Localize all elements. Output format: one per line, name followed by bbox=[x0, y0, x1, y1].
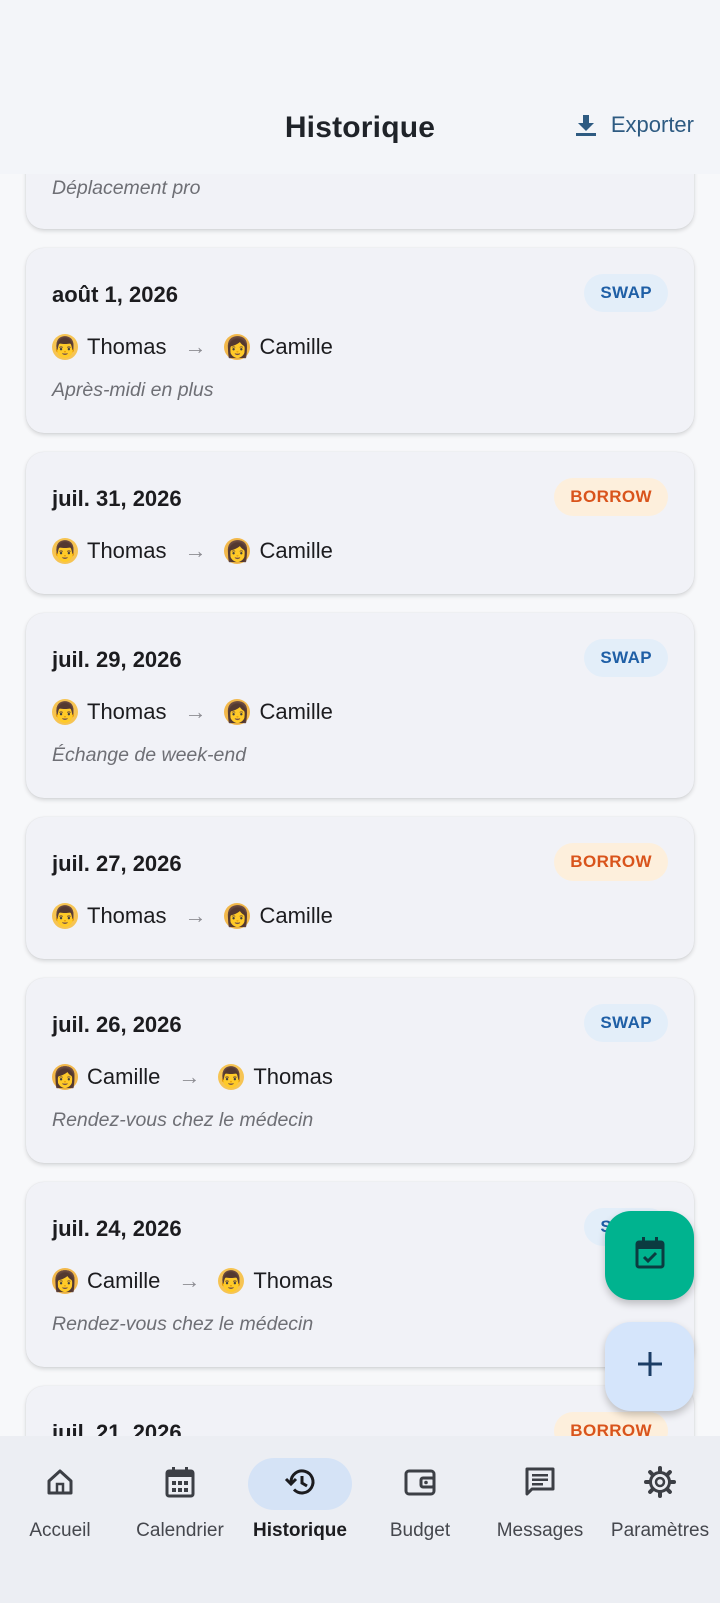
from-person: Camille bbox=[87, 1064, 161, 1089]
card-date: juil. 27, 2026 bbox=[52, 851, 182, 876]
card-date: juil. 21, 2026 bbox=[52, 1420, 182, 1436]
transfer-row: 👩 Camille → 👨 Thomas bbox=[52, 1268, 333, 1294]
history-card[interactable]: juil. 27, 2026 BORROW 👨 Thomas → 👩 Camil… bbox=[26, 817, 694, 959]
type-badge: BORROW bbox=[554, 478, 668, 516]
add-entry-fab[interactable] bbox=[605, 1322, 694, 1411]
history-card[interactable]: juil. 26, 2026 SWAP 👩 Camille → 👨 Thomas… bbox=[26, 978, 694, 1163]
transfer-row: 👨 Thomas → 👩 Camille bbox=[52, 699, 333, 725]
active-indicator bbox=[248, 1458, 352, 1510]
man-avatar-icon: 👨 bbox=[52, 334, 78, 360]
history-card[interactable]: juil. 29, 2026 SWAP 👨 Thomas → 👩 Camille… bbox=[26, 613, 694, 798]
card-date: juil. 29, 2026 bbox=[52, 647, 182, 672]
gear-icon bbox=[644, 1465, 676, 1503]
type-badge: SWAP bbox=[584, 1004, 668, 1042]
nav-item-parametres[interactable]: Paramètres bbox=[600, 1436, 720, 1556]
arrow-right-icon: → bbox=[184, 699, 207, 724]
nav-label: Paramètres bbox=[610, 1520, 710, 1541]
woman-avatar-icon: 👩 bbox=[52, 1268, 78, 1294]
arrow-right-icon: → bbox=[178, 1064, 201, 1089]
nav-label: Calendrier bbox=[136, 1520, 224, 1541]
history-card[interactable]: juil. 24, 2026 SWAP 👩 Camille → 👨 Thomas… bbox=[26, 1182, 694, 1367]
history-card[interactable]: juil. 31, 2026 BORROW 👨 Thomas → 👩 Camil… bbox=[26, 452, 694, 594]
bottom-navigation: Accueil Calendrier Historique Budget Mes… bbox=[0, 1436, 720, 1603]
arrow-right-icon: → bbox=[184, 334, 207, 359]
export-label: Exporter bbox=[610, 112, 694, 137]
from-person: Thomas bbox=[87, 903, 167, 928]
arrow-right-icon: → bbox=[184, 903, 207, 928]
man-avatar-icon: 👨 bbox=[52, 699, 78, 725]
card-note: Rendez-vous chez le médecin bbox=[52, 1313, 314, 1335]
nav-label: Budget bbox=[389, 1520, 451, 1541]
home-icon bbox=[45, 1467, 75, 1502]
transfer-row: 👩 Camille → 👨 Thomas bbox=[52, 1064, 333, 1090]
to-person: Camille bbox=[259, 538, 333, 563]
message-icon bbox=[524, 1466, 556, 1503]
to-person: Camille bbox=[259, 334, 333, 359]
history-card[interactable]: août 1, 2026 SWAP 👨 Thomas → 👩 Camille A… bbox=[26, 248, 694, 433]
card-note: Rendez-vous chez le médecin bbox=[52, 1109, 314, 1131]
to-person: Camille bbox=[259, 699, 333, 724]
to-person: Thomas bbox=[253, 1268, 333, 1293]
calendar-check-fab[interactable] bbox=[605, 1211, 694, 1300]
man-avatar-icon: 👨 bbox=[52, 903, 78, 929]
transfer-row: 👨 Thomas → 👩 Camille bbox=[52, 903, 333, 929]
from-person: Camille bbox=[87, 1268, 161, 1293]
nav-item-historique[interactable]: Historique bbox=[240, 1436, 360, 1556]
export-button[interactable]: Exporter bbox=[575, 112, 694, 138]
woman-avatar-icon: 👩 bbox=[52, 1064, 78, 1090]
transfer-row: 👨 Thomas → 👩 Camille bbox=[52, 334, 333, 360]
man-avatar-icon: 👨 bbox=[218, 1268, 245, 1294]
woman-avatar-icon: 👩 bbox=[224, 334, 251, 360]
card-note: Déplacement pro bbox=[52, 177, 201, 199]
to-person: Thomas bbox=[253, 1064, 333, 1089]
to-person: Camille bbox=[259, 903, 333, 928]
nav-item-accueil[interactable]: Accueil bbox=[0, 1436, 120, 1556]
nav-label: Messages bbox=[496, 1520, 584, 1541]
calendar-check-icon bbox=[634, 1236, 666, 1275]
man-avatar-icon: 👨 bbox=[52, 538, 78, 564]
arrow-right-icon: → bbox=[178, 1268, 201, 1293]
plus-icon bbox=[637, 1351, 663, 1382]
type-badge: SWAP bbox=[584, 274, 668, 312]
man-avatar-icon: 👨 bbox=[218, 1064, 245, 1090]
from-person: Thomas bbox=[87, 699, 167, 724]
card-note: Échange de week-end bbox=[52, 744, 247, 766]
nav-label: Historique bbox=[253, 1520, 347, 1541]
card-date: juil. 31, 2026 bbox=[52, 486, 182, 511]
nav-item-messages[interactable]: Messages bbox=[480, 1436, 600, 1556]
app-bar: Historique Exporter bbox=[0, 0, 720, 174]
card-date: juil. 26, 2026 bbox=[52, 1012, 182, 1037]
calendar-icon bbox=[165, 1466, 195, 1503]
arrow-right-icon: → bbox=[184, 538, 207, 563]
type-badge: BORROW bbox=[554, 843, 668, 881]
from-person: Thomas bbox=[87, 538, 167, 563]
wallet-icon bbox=[404, 1467, 436, 1502]
card-note: Après-midi en plus bbox=[52, 379, 214, 401]
history-icon bbox=[283, 1466, 317, 1503]
card-date: juil. 24, 2026 bbox=[52, 1216, 182, 1241]
type-badge: BORROW bbox=[554, 1412, 668, 1436]
woman-avatar-icon: 👩 bbox=[224, 538, 251, 564]
from-person: Thomas bbox=[87, 334, 167, 359]
woman-avatar-icon: 👩 bbox=[224, 903, 251, 929]
transfer-row: 👨 Thomas → 👩 Camille bbox=[52, 538, 333, 564]
card-date: août 1, 2026 bbox=[52, 282, 178, 307]
nav-item-budget[interactable]: Budget bbox=[360, 1436, 480, 1556]
nav-item-calendrier[interactable]: Calendrier bbox=[120, 1436, 240, 1556]
history-card[interactable]: juil. 21, 2026 BORROW bbox=[26, 1386, 694, 1436]
download-icon bbox=[575, 113, 597, 137]
woman-avatar-icon: 👩 bbox=[224, 699, 251, 725]
type-badge: SWAP bbox=[584, 639, 668, 677]
